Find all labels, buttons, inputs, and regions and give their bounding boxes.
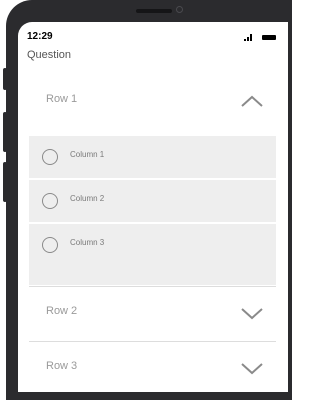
chevron-down-icon[interactable] bbox=[240, 361, 264, 375]
option-label: Column 2 bbox=[70, 194, 105, 203]
option-label: Column 3 bbox=[70, 238, 105, 247]
list-item-option-2[interactable]: Column 2 bbox=[29, 180, 276, 222]
radio-unchecked-icon[interactable] bbox=[42, 237, 58, 253]
front-camera bbox=[176, 6, 183, 13]
radio-unchecked-icon[interactable] bbox=[42, 149, 58, 165]
divider bbox=[29, 286, 276, 287]
battery-icon bbox=[262, 35, 276, 40]
chevron-up-icon[interactable] bbox=[240, 94, 264, 108]
signal-icon bbox=[244, 34, 256, 41]
question-label: Question bbox=[27, 49, 72, 61]
accordion-row-2[interactable]: Row 2 bbox=[29, 292, 276, 337]
chevron-down-icon[interactable] bbox=[240, 306, 264, 320]
accordion-row-1[interactable]: Row 1 bbox=[29, 80, 276, 125]
speaker-grille bbox=[136, 9, 172, 13]
row-label: Row 2 bbox=[46, 305, 78, 317]
row-label: Row 3 bbox=[46, 360, 78, 372]
radio-unchecked-icon[interactable] bbox=[42, 193, 58, 209]
list-item-option-1[interactable]: Column 1 bbox=[29, 136, 276, 178]
phone-screen: 12:29 Question Row 1 Column 1 Column 2 C… bbox=[18, 22, 288, 392]
status-time: 12:29 bbox=[27, 31, 53, 42]
row-label: Row 1 bbox=[46, 93, 78, 105]
option-label: Column 1 bbox=[70, 150, 105, 159]
divider bbox=[29, 341, 276, 342]
accordion-row-3[interactable]: Row 3 bbox=[29, 347, 276, 392]
list-item-option-3[interactable]: Column 3 bbox=[29, 224, 276, 285]
